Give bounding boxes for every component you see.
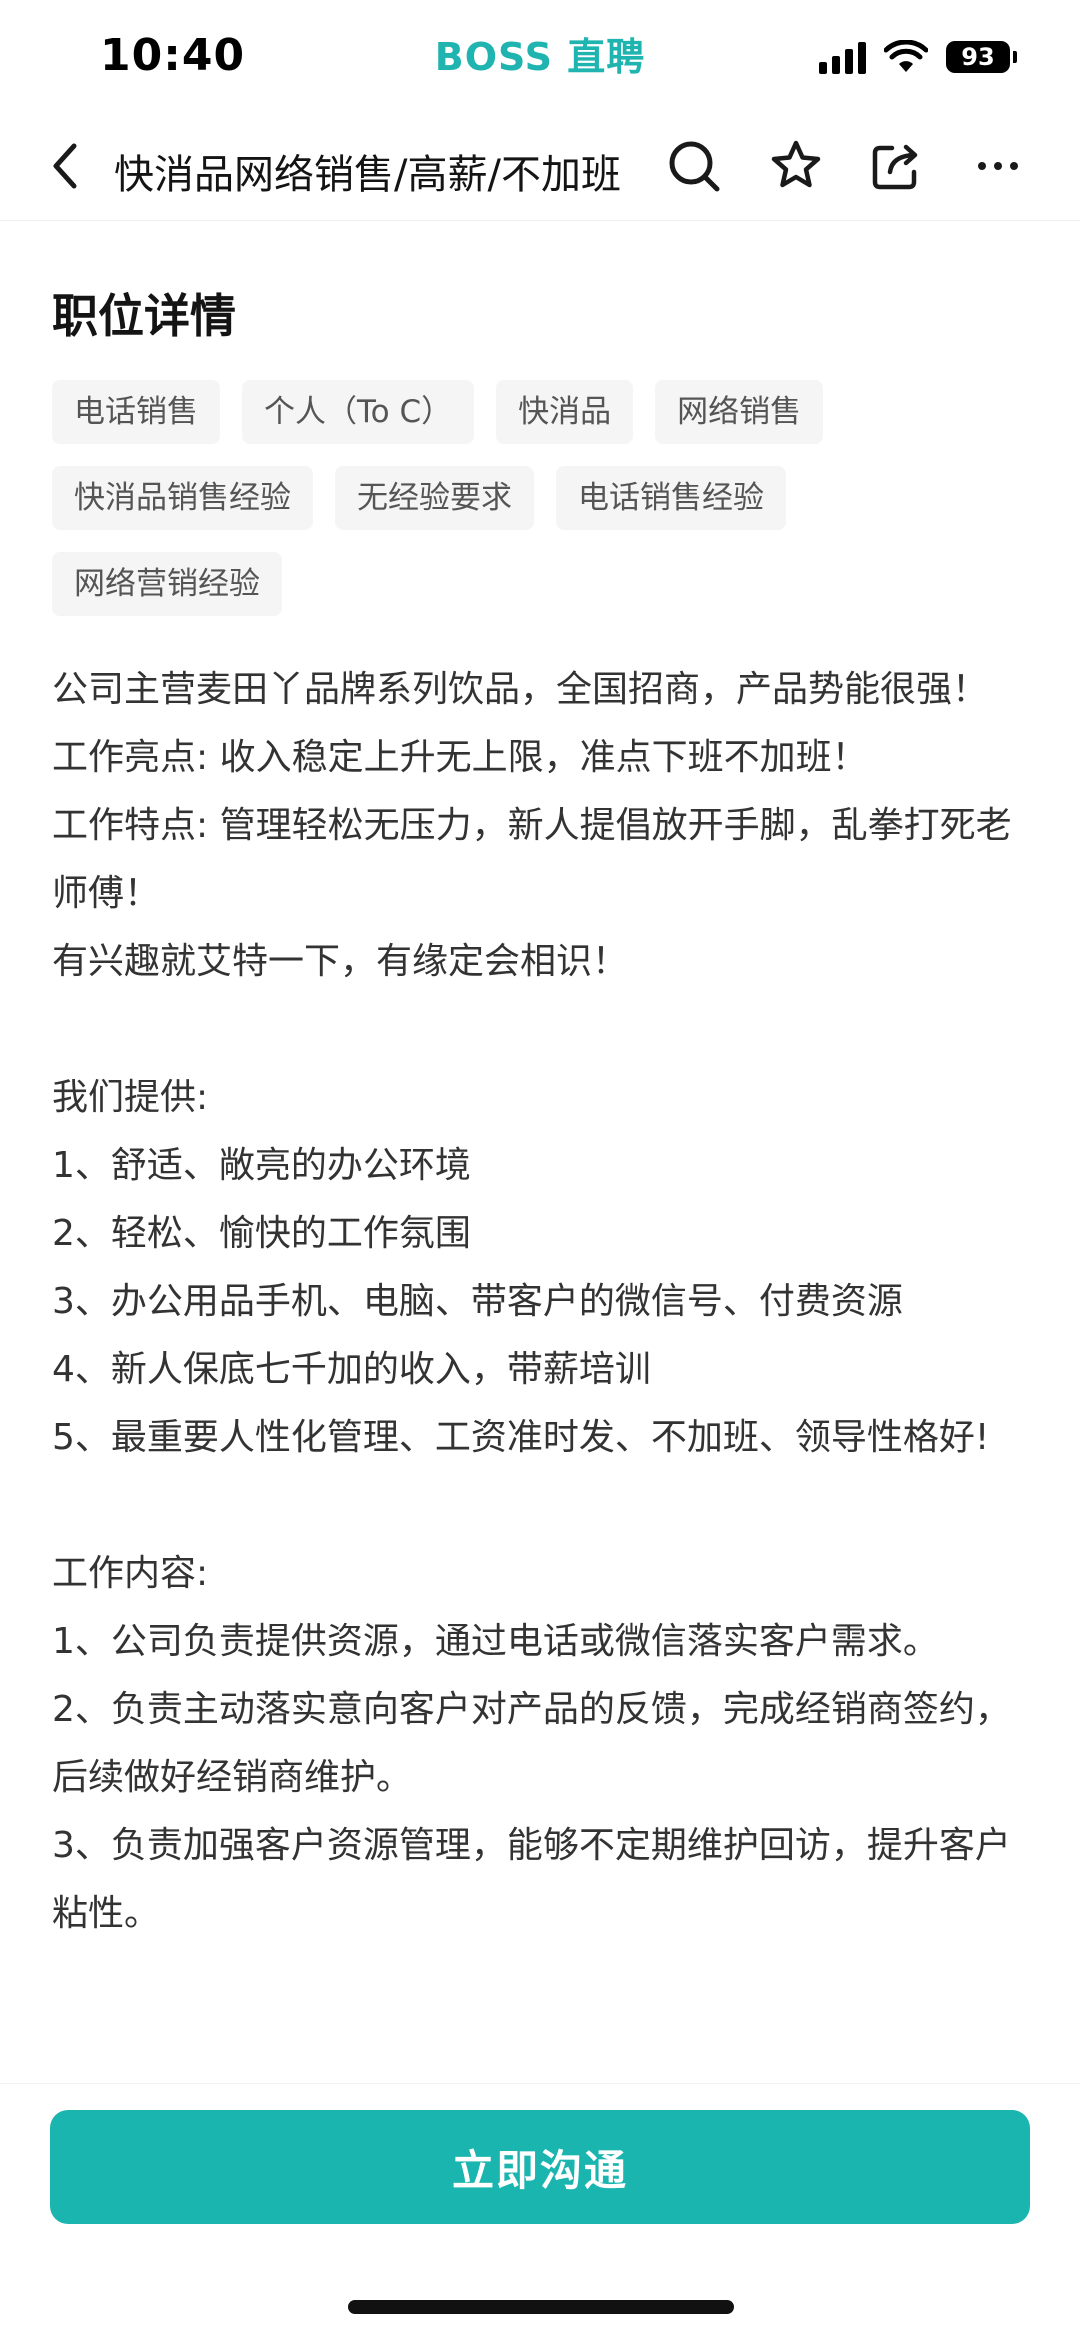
signal-icon: [819, 40, 866, 74]
home-indicator[interactable]: [348, 2300, 734, 2314]
status-icons: 93: [819, 40, 1017, 74]
battery-icon: 93: [946, 41, 1017, 73]
tag: 个人（To C）: [242, 380, 475, 444]
status-bar: 10:40 BOSS 直聘 93: [0, 0, 1080, 112]
nav-bar: 快消品网络销售/高薪/不加班: [0, 112, 1080, 221]
tag-list: 电话销售 个人（To C） 快消品 网络销售 快消品销售经验 无经验要求 电话销…: [52, 380, 1032, 616]
job-detail-section: 职位详情 电话销售 个人（To C） 快消品 网络销售 快消品销售经验 无经验要…: [52, 280, 1032, 1948]
tag: 网络营销经验: [52, 552, 282, 616]
tag: 电话销售: [52, 380, 220, 444]
chat-now-button[interactable]: 立即沟通: [50, 2110, 1030, 2224]
tag: 快消品: [496, 380, 634, 444]
star-icon[interactable]: [768, 138, 824, 194]
job-detail-page: 10:40 BOSS 直聘 93 快消品网络销售/高薪/不加班 职位详情 电话销…: [0, 0, 1080, 2337]
more-icon[interactable]: [970, 138, 1026, 194]
back-icon[interactable]: [40, 138, 96, 194]
search-icon[interactable]: [666, 138, 722, 194]
section-title: 职位详情: [52, 289, 236, 343]
tag: 网络销售: [655, 380, 824, 444]
wifi-icon: [884, 40, 928, 72]
battery-level: 93: [961, 43, 995, 71]
tag: 无经验要求: [335, 466, 534, 530]
page-title: 快消品网络销售/高薪/不加班: [114, 152, 621, 198]
tag: 电话销售经验: [556, 466, 786, 530]
job-description: 公司主营麦田丫品牌系列饮品，全国招商，产品势能很强！ 工作亮点: 收入稳定上升无…: [52, 669, 1012, 1934]
tag: 快消品销售经验: [52, 466, 313, 530]
bottom-bar: 立即沟通: [0, 2083, 1080, 2337]
share-icon[interactable]: [868, 138, 924, 194]
